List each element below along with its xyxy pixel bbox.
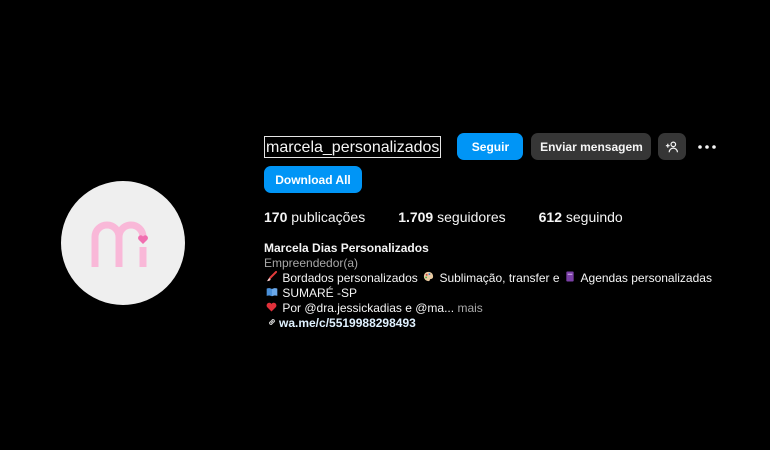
profile-header: marcela_personalizados Seguir Enviar men… (264, 133, 718, 160)
external-link[interactable]: wa.me/c/5519988298493 (279, 316, 416, 331)
heart-icon (264, 301, 279, 316)
send-message-button[interactable]: Enviar mensagem (531, 133, 652, 160)
category-label: Empreendedor(a) (264, 256, 359, 270)
open-book-icon (264, 286, 279, 301)
username-title: marcela_personalizados (264, 135, 442, 158)
profile-stats: 170 publicações 1.709 seguidores 612 seg… (264, 209, 656, 225)
brand-logo-icon (91, 221, 148, 267)
following-count: 612 (538, 209, 562, 225)
avatar[interactable] (61, 181, 185, 305)
posts-label: publicações (291, 209, 366, 225)
posts-stat: 170 publicações (264, 209, 365, 225)
bio-text-embroidery: Bordados personalizados (282, 271, 418, 285)
full-name: Marcela Dias Personalizados (264, 241, 429, 255)
bio-line-credits: Por @dra.jessickadias e @ma... mais (264, 301, 712, 316)
following-stat[interactable]: 612 seguindo (539, 209, 623, 225)
bio-line-link: wa.me/c/5519988298493 (264, 316, 712, 331)
bio-line-products: Bordados personalizados Sublimação, tran… (264, 270, 712, 286)
more-link[interactable]: mais (457, 301, 482, 315)
link-icon (264, 316, 279, 331)
bio-text-location: SUMARÉ -SP (282, 286, 358, 300)
following-label: seguindo (565, 209, 623, 225)
suggest-accounts-button[interactable] (658, 133, 687, 160)
bio-text-agendas: Agendas personalizadas (580, 271, 712, 285)
paintbrush-icon (264, 270, 279, 286)
notebook-icon (563, 271, 578, 286)
followers-stat[interactable]: 1.709 seguidores (398, 209, 505, 225)
follow-button[interactable]: Seguir (457, 133, 524, 160)
profile-bio: Marcela Dias Personalizados Empreendedor… (264, 241, 712, 331)
artist-palette-icon (421, 271, 436, 286)
bio-text-sublimation: Sublimação, transfer e (439, 271, 560, 285)
posts-count: 170 (264, 209, 288, 225)
followers-label: seguidores (437, 209, 506, 225)
followers-count: 1.709 (398, 209, 434, 225)
profile-page: marcela_personalizados Seguir Enviar men… (0, 0, 770, 450)
more-options-icon[interactable] (696, 136, 718, 158)
bio-line-location: SUMARÉ -SP (264, 286, 712, 301)
download-all-button[interactable]: Download All (264, 166, 362, 193)
add-person-icon (666, 140, 679, 152)
bio-text-credits: Por @dra.jessickadias e @ma... (282, 301, 455, 315)
